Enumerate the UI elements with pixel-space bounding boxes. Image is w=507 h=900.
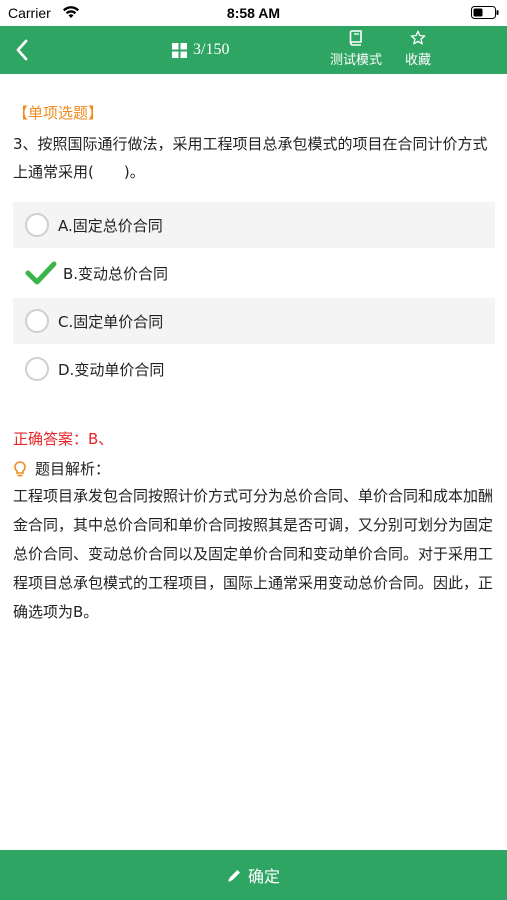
battery-icon: [471, 6, 499, 19]
confirm-button[interactable]: 确定: [0, 850, 507, 900]
chevron-left-icon: [16, 39, 28, 61]
favorite-label: 收藏: [405, 53, 432, 68]
status-bar: Carrier 8:58 AM: [0, 0, 507, 26]
option-label: A.固定总价合同: [58, 216, 163, 235]
radio-empty-icon: [25, 357, 49, 381]
grid-icon: [172, 42, 187, 58]
option-d[interactable]: D.变动单价合同: [13, 346, 495, 392]
radio-empty-icon: [25, 213, 49, 237]
checkmark-icon: [25, 261, 57, 285]
option-label: D.变动单价合同: [58, 360, 165, 379]
star-icon: [410, 30, 426, 45]
favorite-button[interactable]: 收藏: [405, 30, 431, 70]
option-label: C.固定单价合同: [58, 312, 164, 331]
book-icon: [349, 30, 362, 46]
test-mode-label: 测试模式: [330, 53, 383, 68]
option-b[interactable]: B.变动总价合同: [13, 250, 495, 296]
analysis-heading: 题目解析：: [13, 458, 110, 479]
question-text: 3、按照国际通行做法，采用工程项目总承包模式的项目在合同计价方式上通常采用( )…: [13, 135, 488, 181]
confirm-label: 确定: [247, 867, 280, 886]
status-time: 8:58 AM: [226, 5, 281, 21]
nav-bar: 3/150 测试模式 收藏: [0, 26, 507, 74]
option-c[interactable]: C.固定单价合同: [13, 298, 495, 344]
option-a[interactable]: A.固定总价合同: [13, 202, 495, 248]
radio-empty-icon: [25, 309, 49, 333]
lightbulb-icon: [14, 460, 26, 476]
correct-answer: 正确答案：B、: [13, 430, 114, 448]
test-mode-button[interactable]: 测试模式: [330, 30, 382, 70]
analysis-heading-text: 题目解析：: [35, 460, 111, 478]
analysis-text: 工程项目承发包合同按照计价方式可分为总价合同、单价合同和成本加酬金合同，其中总价…: [13, 487, 494, 621]
pencil-icon: [228, 869, 240, 882]
option-label: B.变动总价合同: [63, 264, 169, 283]
progress-text: 3/150: [193, 41, 230, 58]
back-button[interactable]: [8, 36, 36, 64]
question-type-label: 【单项选题】: [13, 104, 104, 122]
question-progress[interactable]: 3/150: [172, 39, 229, 61]
